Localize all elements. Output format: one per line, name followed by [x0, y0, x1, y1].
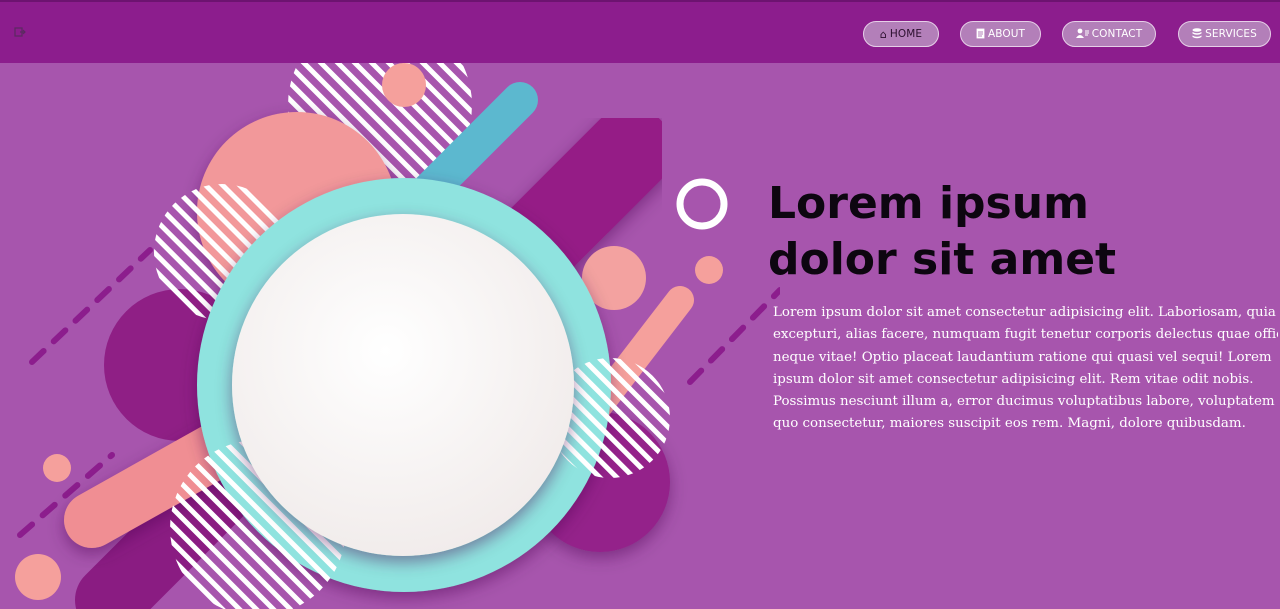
hero-title-line-2: dolor sit amet — [768, 234, 1117, 285]
pink-dot-left — [43, 454, 71, 482]
hero-illustration — [0, 63, 780, 609]
nav-services-button[interactable]: SERVICES — [1178, 21, 1271, 47]
pink-dot-right — [695, 256, 723, 284]
hero-paragraph-line: Possimus nesciunt illum a, error ducimus… — [773, 394, 1275, 410]
hero-paragraph-line: Lorem ipsum dolor sit amet consectetur a… — [773, 305, 1276, 320]
nav-services-label: SERVICES — [1205, 28, 1257, 40]
pink-dot-bottom — [15, 554, 61, 600]
nav-about-label: ABOUT — [987, 28, 1026, 40]
hero-paragraph-line: ipsum dolor sit amet consectetur adipisi… — [773, 371, 1254, 387]
white-circle — [232, 214, 574, 556]
nav-home-label: HOME — [889, 28, 923, 40]
hero-title-line-1: Lorem ipsum — [768, 178, 1089, 229]
main-nav: ⌂ HOME ABOUT CONTACT SERVICES — [0, 21, 1280, 47]
hero-paragraph-line: excepturi, alias facere, numquam fugit t… — [773, 327, 1278, 343]
hero-paragraph-line: quo consectetur, maiores suscipit eos re… — [773, 416, 1246, 432]
nav-about-button[interactable]: ABOUT — [960, 21, 1041, 47]
nav-home-button[interactable]: ⌂ HOME — [863, 21, 939, 47]
contacts-icon — [1075, 28, 1089, 40]
nav-contact-label: CONTACT — [1091, 28, 1143, 40]
white-ring — [676, 178, 728, 230]
home-icon: ⌂ — [879, 27, 887, 41]
hero-title: Lorem ipsum dolor sit amet — [768, 176, 1268, 288]
document-icon — [976, 28, 985, 41]
nav-contact-button[interactable]: CONTACT — [1062, 21, 1156, 47]
hero-paragraph-line: neque vitae! Optio placeat laudantium ra… — [773, 349, 1272, 365]
top-navigation-bar: ⌂ HOME ABOUT CONTACT SERVICES — [0, 0, 1280, 63]
pink-dot-top — [382, 63, 426, 107]
hero-paragraph: Lorem ipsum dolor sit amet consectetur a… — [773, 302, 1278, 436]
database-icon — [1192, 27, 1202, 41]
